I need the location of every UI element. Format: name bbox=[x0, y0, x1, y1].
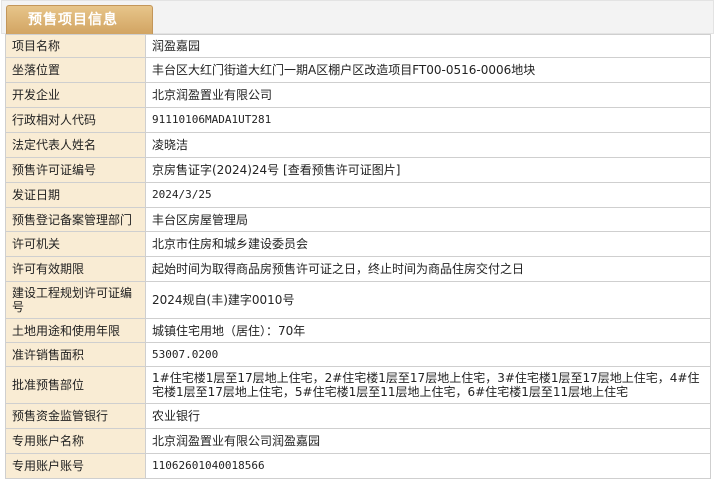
panel-tab-bar: 预售项目信息 bbox=[1, 0, 714, 35]
row-value: 农业银行 bbox=[145, 403, 711, 429]
table-row: 坐落位置 丰台区大红门街道大红门一期A区棚户区改造项目FT00-0516-000… bbox=[5, 57, 711, 83]
tab-presale-project-info[interactable]: 预售项目信息 bbox=[6, 5, 153, 35]
table-row: 发证日期 2024/3/25 bbox=[5, 182, 711, 208]
row-label: 建设工程规划许可证编号 bbox=[5, 281, 146, 319]
row-label: 项目名称 bbox=[5, 34, 146, 58]
table-row: 建设工程规划许可证编号 2024规自(丰)建字0010号 bbox=[5, 281, 711, 319]
row-value: 北京润盈置业有限公司 bbox=[145, 82, 711, 108]
permit-number: 京房售证字(2024)24号 bbox=[152, 163, 280, 177]
row-label: 批准预售部位 bbox=[5, 366, 146, 404]
table-row: 开发企业 北京润盈置业有限公司 bbox=[5, 82, 711, 108]
view-permit-image-link[interactable]: [查看预售许可证图片] bbox=[283, 163, 400, 177]
table-row: 土地用途和使用年限 城镇住宅用地（居住）：70年 bbox=[5, 318, 711, 343]
row-value: 2024规自(丰)建字0010号 bbox=[145, 281, 711, 319]
row-value: 11062601040018566 bbox=[145, 453, 711, 479]
row-label: 坐落位置 bbox=[5, 57, 146, 83]
row-value: 1#住宅楼1层至17层地上住宅，2#住宅楼1层至17层地上住宅，3#住宅楼1层至… bbox=[145, 366, 711, 404]
table-row: 专用账户名称 北京润盈置业有限公司润盈嘉园 bbox=[5, 428, 711, 454]
row-label: 发证日期 bbox=[5, 182, 146, 208]
row-value: 丰台区大红门街道大红门一期A区棚户区改造项目FT00-0516-0006地块 bbox=[145, 57, 711, 83]
table-row: 专用账户账号 11062601040018566 bbox=[5, 453, 711, 479]
presale-info-panel: 预售项目信息 项目名称 润盈嘉园 坐落位置 丰台区大红门街道大红门一期A区棚户区… bbox=[1, 0, 714, 490]
presale-info-table: 项目名称 润盈嘉园 坐落位置 丰台区大红门街道大红门一期A区棚户区改造项目FT0… bbox=[5, 34, 711, 479]
row-label: 准许销售面积 bbox=[5, 342, 146, 367]
row-label: 许可机关 bbox=[5, 231, 146, 257]
table-row: 预售许可证编号 京房售证字(2024)24号 [查看预售许可证图片] bbox=[5, 157, 711, 183]
row-value: 起始时间为取得商品房预售许可证之日，终止时间为商品住房交付之日 bbox=[145, 256, 711, 282]
row-label: 法定代表人姓名 bbox=[5, 132, 146, 158]
row-value: 丰台区房屋管理局 bbox=[145, 207, 711, 232]
row-label: 行政相对人代码 bbox=[5, 107, 146, 133]
table-row: 批准预售部位 1#住宅楼1层至17层地上住宅，2#住宅楼1层至17层地上住宅，3… bbox=[5, 366, 711, 404]
row-label: 预售许可证编号 bbox=[5, 157, 146, 183]
table-row: 行政相对人代码 91110106MADA1UT281 bbox=[5, 107, 711, 133]
row-label: 许可有效期限 bbox=[5, 256, 146, 282]
row-label: 土地用途和使用年限 bbox=[5, 318, 146, 343]
row-value: 53007.0200 bbox=[145, 342, 711, 367]
table-row: 项目名称 润盈嘉园 bbox=[5, 34, 711, 58]
table-row: 准许销售面积 53007.0200 bbox=[5, 342, 711, 367]
row-value: 城镇住宅用地（居住）：70年 bbox=[145, 318, 711, 343]
row-label: 预售资金监管银行 bbox=[5, 403, 146, 429]
row-value: 2024/3/25 bbox=[145, 182, 711, 208]
table-row: 许可有效期限 起始时间为取得商品房预售许可证之日，终止时间为商品住房交付之日 bbox=[5, 256, 711, 282]
row-label: 专用账户账号 bbox=[5, 453, 146, 479]
row-label: 预售登记备案管理部门 bbox=[5, 207, 146, 232]
row-value: 京房售证字(2024)24号 [查看预售许可证图片] bbox=[145, 157, 711, 183]
row-value: 凌晓洁 bbox=[145, 132, 711, 158]
row-label: 专用账户名称 bbox=[5, 428, 146, 454]
row-label: 开发企业 bbox=[5, 82, 146, 108]
table-row: 法定代表人姓名 凌晓洁 bbox=[5, 132, 711, 158]
row-value: 北京市住房和城乡建设委员会 bbox=[145, 231, 711, 257]
row-value: 91110106MADA1UT281 bbox=[145, 107, 711, 133]
table-row: 许可机关 北京市住房和城乡建设委员会 bbox=[5, 231, 711, 257]
row-value: 润盈嘉园 bbox=[145, 34, 711, 58]
row-value: 北京润盈置业有限公司润盈嘉园 bbox=[145, 428, 711, 454]
table-row: 预售登记备案管理部门 丰台区房屋管理局 bbox=[5, 207, 711, 232]
table-row: 预售资金监管银行 农业银行 bbox=[5, 403, 711, 429]
